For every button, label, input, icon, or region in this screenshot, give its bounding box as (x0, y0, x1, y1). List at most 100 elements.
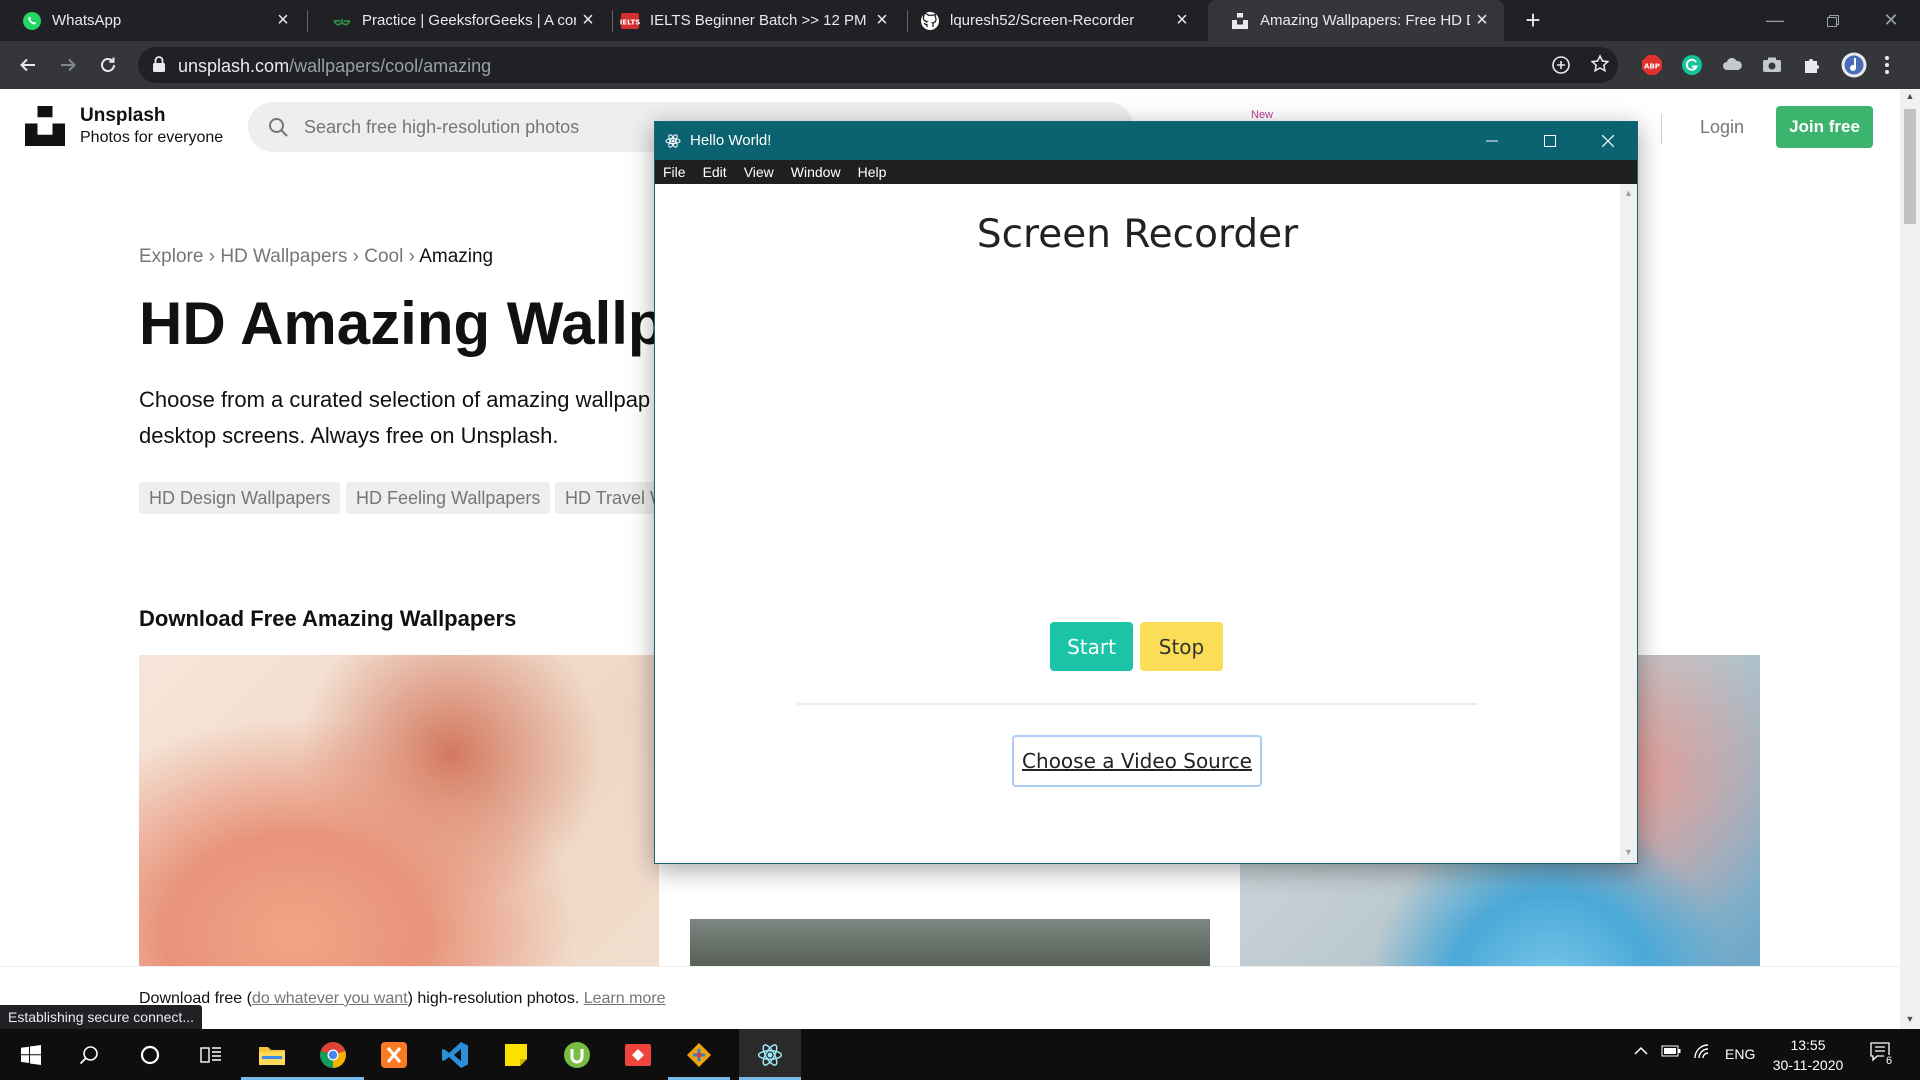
cortana-icon (140, 1045, 160, 1064)
scroll-down-icon[interactable]: ▼ (1620, 847, 1637, 857)
chevron-up-icon[interactable] (1634, 1044, 1648, 1063)
restore-button[interactable] (1804, 0, 1862, 41)
footer-link-license[interactable]: do whatever you want (252, 990, 408, 1007)
new-badge: New (1251, 109, 1274, 121)
battery-icon[interactable] (1661, 1044, 1681, 1063)
taskbar-git-gui[interactable] (668, 1029, 730, 1080)
app-close-button[interactable] (1579, 122, 1637, 160)
url-text: unsplash.com/wallpapers/cool/amazing (178, 56, 491, 77)
reload-button[interactable] (88, 41, 128, 89)
breadcrumb-separator: › (208, 246, 216, 267)
taskbar-utorrent[interactable] (546, 1029, 608, 1080)
breadcrumb-cool[interactable]: Cool (364, 246, 403, 267)
notification-count-badge: 6 (1884, 1055, 1895, 1067)
new-tab-button[interactable]: + (1508, 0, 1558, 41)
page-title: HD Amazing Wallpa (139, 290, 698, 357)
footer-text: Download free (do whatever you want) hig… (139, 990, 666, 1008)
url-path: /wallpapers/cool/amazing (289, 56, 492, 76)
app-scrollbar[interactable]: ▲ ▼ (1620, 184, 1637, 863)
taskbar-file-explorer[interactable] (241, 1029, 303, 1080)
tab-whatsapp[interactable]: WhatsApp × (0, 0, 305, 41)
geeksforgeeks-icon (332, 11, 352, 31)
start-button[interactable]: Start (1050, 622, 1133, 671)
cortana-button[interactable] (119, 1029, 181, 1080)
minimize-icon (1486, 140, 1498, 142)
app-minimize-button[interactable] (1463, 122, 1521, 160)
join-free-button[interactable]: Join free (1776, 106, 1873, 148)
tab-ielts[interactable]: IELTS IELTS Beginner Batch >> 12 PM & 8 … (598, 0, 904, 41)
stop-button[interactable]: Stop (1140, 622, 1223, 671)
scroll-down-icon[interactable]: ▼ (1904, 1014, 1916, 1024)
breadcrumb-hd-wallpapers[interactable]: HD Wallpapers (220, 246, 347, 267)
arrow-left-icon (20, 58, 35, 72)
start-menu-button[interactable] (0, 1029, 62, 1080)
electron-icon (665, 133, 681, 154)
menu-view[interactable]: View (744, 164, 774, 180)
search-icon[interactable] (268, 117, 288, 142)
brand-name[interactable]: Unsplash (80, 105, 166, 127)
login-link[interactable]: Login (1700, 117, 1744, 138)
app-content: Screen Recorder Start Stop Choose a Vide… (655, 184, 1637, 863)
tab-geeksforgeeks[interactable]: Practice | GeeksforGeeks | A computer sc… (310, 0, 610, 41)
app-maximize-button[interactable] (1521, 122, 1579, 160)
close-icon[interactable]: × (870, 9, 894, 32)
taskbar-electron[interactable] (739, 1029, 801, 1080)
scroll-up-icon[interactable]: ▲ (1620, 188, 1637, 198)
task-view-button[interactable] (180, 1029, 242, 1080)
grammarly-icon[interactable] (1681, 54, 1703, 76)
tab-unsplash[interactable]: Amazing Wallpapers: Free HD Download × (1208, 0, 1504, 41)
search-button[interactable] (58, 1029, 120, 1080)
taskbar-sticky-notes[interactable] (485, 1029, 547, 1080)
breadcrumb-amazing: Amazing (419, 246, 494, 267)
close-icon[interactable]: × (1170, 9, 1194, 32)
more-menu-icon[interactable] (1884, 54, 1896, 76)
taskbar-xampp[interactable] (363, 1029, 425, 1080)
scroll-up-icon[interactable]: ▲ (1904, 91, 1916, 101)
tab-title: WhatsApp (52, 12, 122, 29)
ielts-icon: IELTS (620, 11, 640, 31)
windows-logo-icon (21, 1044, 41, 1065)
adblock-icon[interactable]: ABP (1641, 54, 1663, 76)
input-language[interactable]: ENG (1725, 1046, 1755, 1062)
system-clock[interactable]: 13:55 30-11-2020 (1768, 1035, 1848, 1075)
back-button[interactable] (8, 41, 48, 89)
chip-hd-design-wallpapers[interactable]: HD Design Wallpapers (139, 482, 341, 514)
taskbar-anydesk[interactable] (607, 1029, 669, 1080)
page-scrollbar[interactable]: ▲ ▼ (1900, 89, 1920, 1029)
menu-file[interactable]: File (663, 164, 686, 180)
address-bar[interactable]: unsplash.com/wallpapers/cool/amazing (138, 47, 1618, 83)
star-icon[interactable] (1590, 54, 1610, 79)
app-title-bar[interactable]: Hello World! (655, 122, 1637, 160)
vscode-icon (442, 1041, 468, 1068)
app-window-title: Hello World! (690, 132, 772, 149)
wifi-icon[interactable] (1694, 1044, 1712, 1065)
add-icon[interactable] (1551, 55, 1571, 80)
footer-link-learn-more[interactable]: Learn more (584, 990, 666, 1007)
github-icon (920, 11, 940, 31)
menu-help[interactable]: Help (858, 164, 887, 180)
menu-edit[interactable]: Edit (703, 164, 727, 180)
close-window-button[interactable]: ✕ (1862, 0, 1920, 41)
tab-github[interactable]: lquresh52/Screen-Recorder × (898, 0, 1204, 41)
arrow-right-icon (61, 58, 76, 72)
chrome-icon (320, 1041, 346, 1068)
avatar[interactable] (1841, 52, 1867, 78)
scrollbar-thumb[interactable] (1904, 109, 1916, 224)
puzzle-icon[interactable] (1801, 54, 1823, 76)
taskbar-vscode[interactable] (424, 1029, 486, 1080)
close-icon[interactable]: × (1470, 9, 1494, 32)
extension-cloud-icon[interactable] (1721, 54, 1743, 76)
minimize-button[interactable]: — (1746, 0, 1804, 41)
lock-icon[interactable] (152, 56, 166, 78)
breadcrumb-explore[interactable]: Explore (139, 246, 203, 267)
forward-button[interactable] (48, 41, 88, 89)
choose-video-source-button[interactable]: Choose a Video Source (1012, 735, 1262, 787)
header-divider (1661, 114, 1662, 144)
close-icon[interactable]: × (271, 9, 295, 32)
chip-hd-feeling-wallpapers[interactable]: HD Feeling Wallpapers (346, 482, 551, 514)
menu-window[interactable]: Window (791, 164, 841, 180)
unsplash-logo-icon[interactable] (25, 106, 65, 151)
close-icon[interactable]: × (576, 9, 600, 32)
taskbar-chrome[interactable] (302, 1029, 364, 1080)
camera-icon[interactable] (1761, 54, 1783, 76)
